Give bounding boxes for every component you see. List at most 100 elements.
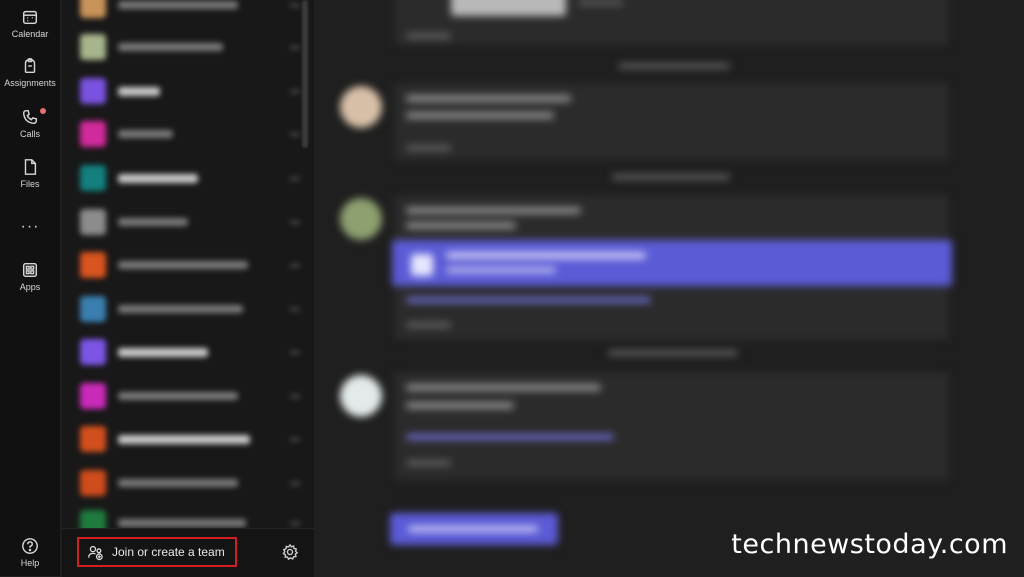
team-avatar <box>80 34 106 60</box>
conversation-area <box>316 0 1024 576</box>
message-author <box>406 384 601 391</box>
team-avatar <box>80 470 106 496</box>
team-avatar <box>80 383 106 409</box>
more-options-icon[interactable] <box>290 350 300 354</box>
team-item[interactable] <box>80 119 300 149</box>
rail-label: Assignments <box>4 78 56 88</box>
reply-link <box>406 145 451 151</box>
team-item[interactable] <box>80 381 300 411</box>
message-text <box>406 112 554 119</box>
teams-scrollbar[interactable] <box>302 0 308 148</box>
assignments-icon <box>24 58 36 74</box>
message-author <box>406 207 581 214</box>
more-options-icon[interactable] <box>290 220 300 224</box>
rail-label: Calls <box>19 129 40 139</box>
team-name <box>118 392 238 400</box>
more-options-icon[interactable] <box>290 3 300 7</box>
meeting-time <box>446 267 556 273</box>
team-item[interactable] <box>80 0 300 20</box>
team-item[interactable] <box>80 337 300 367</box>
more-options-icon[interactable] <box>290 89 300 93</box>
team-name <box>118 1 238 9</box>
teams-footer: Join or create a team <box>62 528 314 577</box>
more-apps-button[interactable]: ··· <box>0 218 60 236</box>
avatar <box>340 198 382 240</box>
message-link[interactable] <box>406 434 614 440</box>
teams-list-panel <box>62 0 314 576</box>
rail-item-assignments[interactable]: Assignments <box>0 57 60 88</box>
team-name <box>118 130 173 138</box>
message-text <box>406 222 516 229</box>
rail-item-files[interactable]: Files <box>0 158 60 189</box>
team-avatar <box>80 209 106 235</box>
team-name <box>118 43 223 51</box>
team-avatar <box>80 296 106 322</box>
team-item[interactable] <box>80 163 300 193</box>
reply-link <box>406 460 451 466</box>
rail-label: Files <box>20 179 40 189</box>
date-separator <box>618 63 730 69</box>
meeting-card[interactable] <box>392 240 952 286</box>
join-or-create-team-button[interactable]: Join or create a team <box>77 537 237 567</box>
team-name <box>118 261 248 269</box>
team-name <box>118 519 246 527</box>
attachment-preview <box>451 0 566 16</box>
team-name <box>118 173 198 183</box>
team-avatar <box>80 165 106 191</box>
calls-icon <box>22 109 38 125</box>
message-text <box>406 402 514 409</box>
team-item[interactable] <box>80 294 300 324</box>
notification-dot <box>40 108 46 114</box>
team-item[interactable] <box>80 32 300 62</box>
reply-link <box>406 322 451 328</box>
team-item[interactable] <box>80 207 300 237</box>
team-avatar <box>80 339 106 365</box>
meeting-icon <box>411 254 433 276</box>
rail-item-calendar[interactable]: Calendar <box>0 8 60 39</box>
team-avatar <box>80 78 106 104</box>
rail-item-apps[interactable]: Apps <box>0 261 60 292</box>
team-name <box>118 434 250 444</box>
team-item[interactable] <box>80 76 300 106</box>
meeting-title <box>446 252 646 259</box>
team-item[interactable] <box>80 468 300 498</box>
more-options-icon[interactable] <box>290 263 300 267</box>
team-name <box>118 305 243 313</box>
rail-item-calls[interactable]: Calls <box>0 108 60 139</box>
manage-teams-settings-button[interactable] <box>281 543 299 561</box>
team-item[interactable] <box>80 250 300 280</box>
more-options-icon[interactable] <box>290 521 300 525</box>
team-name <box>118 86 160 96</box>
more-options-icon[interactable] <box>290 132 300 136</box>
team-avatar <box>80 426 106 452</box>
rail-label: Help <box>20 558 40 568</box>
team-name <box>118 479 238 487</box>
avatar <box>340 86 382 128</box>
watermark: technewstoday.com <box>731 529 1008 560</box>
conversation-thread <box>316 0 1024 576</box>
new-conversation-label <box>408 526 538 532</box>
message-author <box>406 95 571 102</box>
more-options-icon[interactable] <box>290 307 300 311</box>
date-separator <box>612 174 730 180</box>
more-options-icon[interactable] <box>290 481 300 485</box>
more-options-icon[interactable] <box>290 45 300 49</box>
rail-item-help[interactable]: Help <box>0 537 60 568</box>
avatar <box>340 375 382 417</box>
calendar-icon <box>22 10 38 25</box>
rail-label: Apps <box>19 282 41 292</box>
message-meta <box>578 0 623 5</box>
message-link[interactable] <box>406 297 651 303</box>
rail-label: Calendar <box>11 29 49 39</box>
team-item[interactable] <box>80 424 300 454</box>
more-options-icon[interactable] <box>290 394 300 398</box>
team-avatar <box>80 0 106 18</box>
team-name <box>118 347 208 357</box>
more-options-icon[interactable] <box>290 437 300 441</box>
team-avatar <box>80 121 106 147</box>
team-avatar <box>80 252 106 278</box>
reply-link <box>406 33 451 39</box>
people-add-icon <box>88 545 103 560</box>
help-icon <box>22 538 38 554</box>
more-options-icon[interactable] <box>290 176 300 180</box>
